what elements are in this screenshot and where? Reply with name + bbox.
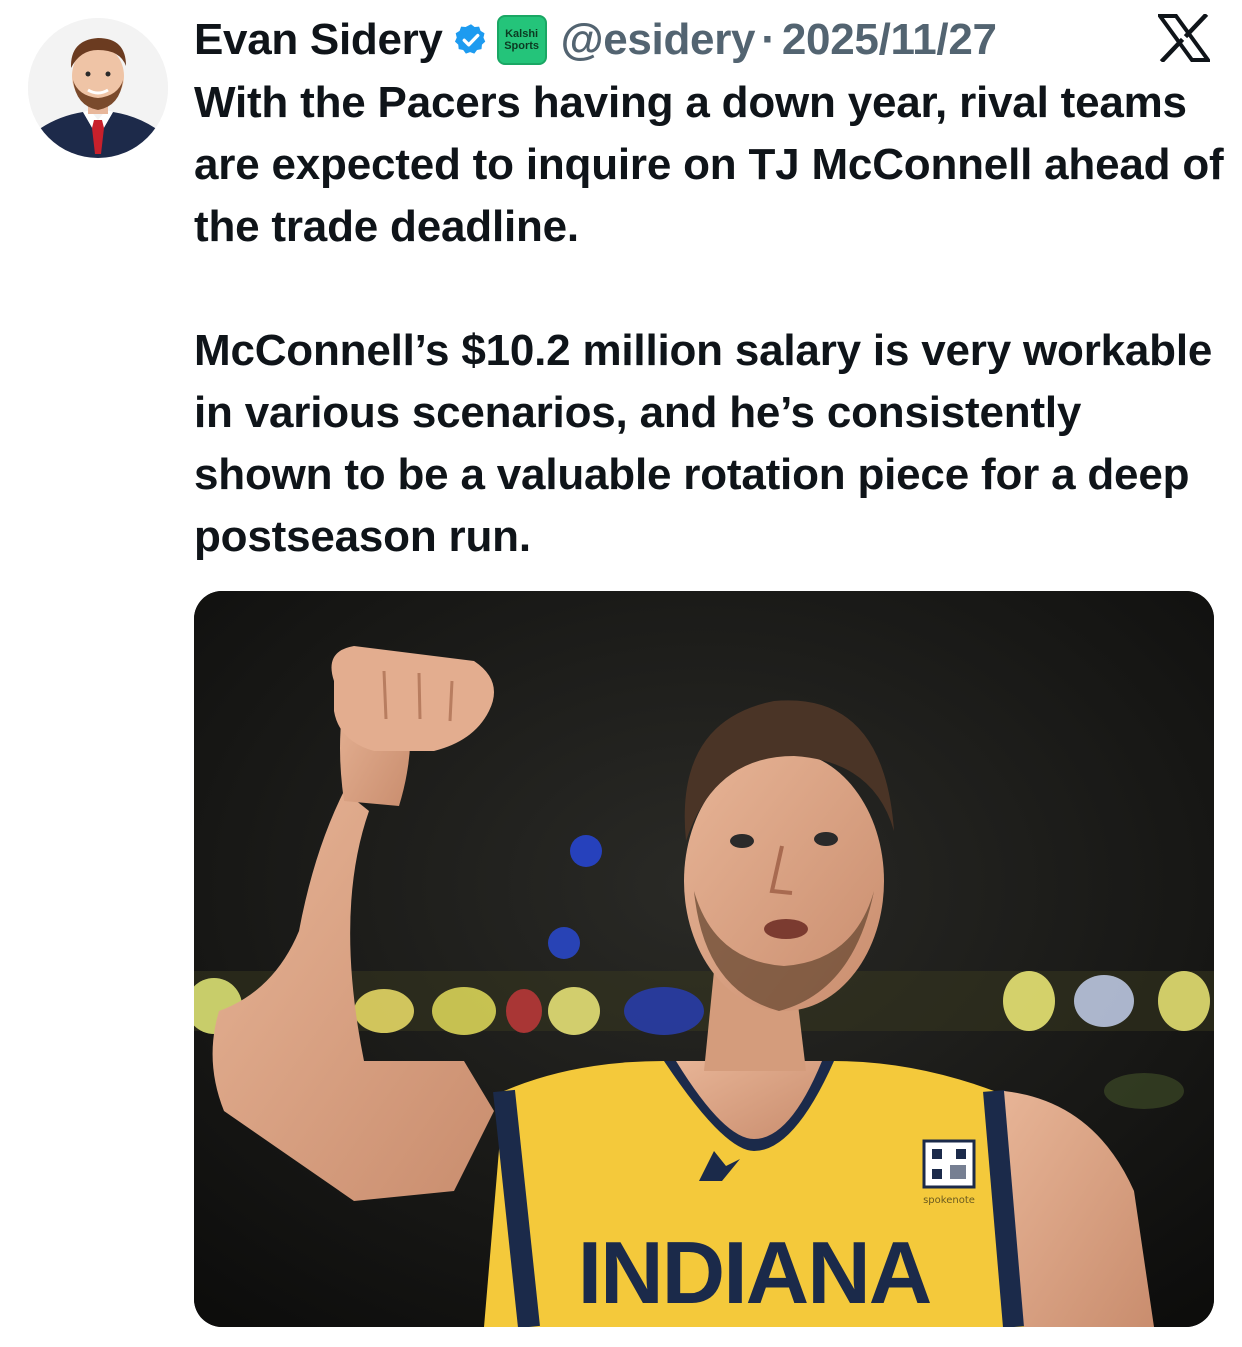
- header-separator: ·: [761, 15, 776, 64]
- tweet-paragraph-1: With the Pacers having a down year, riva…: [194, 78, 1224, 251]
- x-logo-icon[interactable]: [1156, 12, 1212, 64]
- affiliation-badge[interactable]: Kalshi Sports: [496, 15, 547, 65]
- verified-badge-icon: [453, 22, 489, 58]
- jersey-wordmark: INDIANA: [578, 1223, 931, 1322]
- tweet-media-image[interactable]: spokenote INDIANA: [194, 591, 1214, 1327]
- affiliation-line2: Sports: [504, 40, 540, 52]
- tweet-header: Evan Sidery Kalshi Sports @esidery · 202…: [194, 10, 997, 70]
- basketball-player-photo: spokenote INDIANA: [194, 591, 1214, 1327]
- author-avatar[interactable]: [28, 18, 168, 158]
- avatar-portrait: [28, 18, 168, 158]
- tweet-body: With the Pacers having a down year, riva…: [194, 72, 1224, 568]
- jersey-sponsor: spokenote: [923, 1195, 975, 1206]
- tweet-date[interactable]: 2025/11/27: [782, 15, 997, 65]
- author-name[interactable]: Evan Sidery: [194, 15, 443, 65]
- affiliation-line1: Kalshi: [505, 28, 539, 40]
- tweet-paragraph-2: McConnell’s $10.2 million salary is very…: [194, 326, 1213, 561]
- author-handle[interactable]: @esidery: [561, 15, 756, 65]
